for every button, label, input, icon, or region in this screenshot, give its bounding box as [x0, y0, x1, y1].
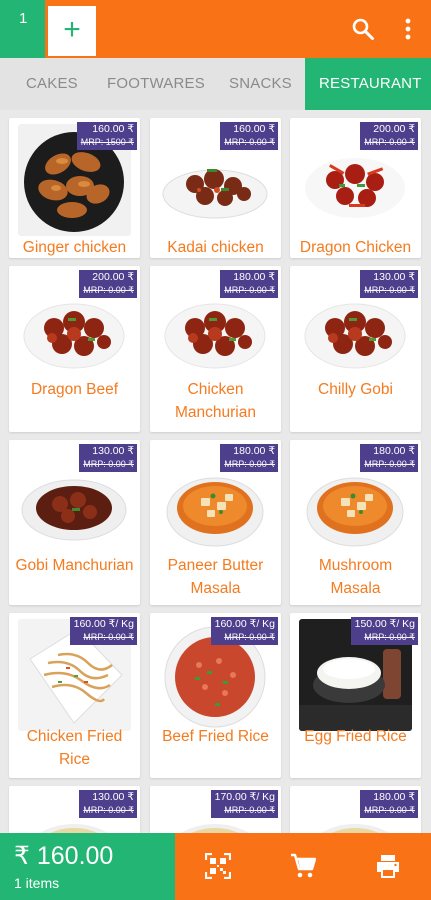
price-badge: 160.00 ₹/ Kg MRP: 0.00 ₹ — [210, 617, 278, 645]
product-price: 180.00 ₹ — [373, 445, 415, 457]
product-card[interactable]: 180.00 ₹ MRP: 0.00 ₹ Paneer Butter Masala — [150, 440, 281, 605]
tab-restaurant[interactable]: RESTAURANT — [305, 58, 431, 110]
add-icon: + — [63, 13, 81, 46]
product-mrp: MRP: 0.00 ₹ — [364, 459, 415, 469]
product-price: 160.00 ₹/ Kg — [73, 618, 134, 630]
print-icon[interactable] — [375, 853, 401, 879]
product-price: 160.00 ₹/ Kg — [214, 618, 275, 630]
price-badge: 160.00 ₹/ Kg MRP: 0.00 ₹ — [69, 617, 137, 645]
top-app-bar: 1 + — [0, 0, 431, 58]
bill-tab[interactable]: 1 — [0, 0, 45, 58]
product-mrp: MRP: 0.00 ₹ — [83, 285, 134, 295]
product-card[interactable]: 180.00 ₹ MRP: 0.00 ₹ Mushroom Masala — [290, 440, 421, 605]
add-bill-button[interactable]: + — [48, 6, 96, 56]
product-mrp: MRP: 0.00 ₹ — [364, 285, 415, 295]
cart-total[interactable]: ₹ 160.00 1 items — [0, 833, 175, 900]
product-mrp: MRP: 0.00 ₹ — [364, 632, 415, 642]
product-name: Ginger chicken — [22, 239, 127, 256]
bill-tab-number: 1 — [19, 10, 28, 27]
product-name: Paneer Butter Masala — [167, 557, 264, 597]
product-price: 180.00 ₹ — [233, 271, 275, 283]
product-name: Beef Fried Rice — [162, 728, 269, 745]
price-badge: 200.00 ₹ MRP: 0.00 ₹ — [360, 122, 418, 150]
product-name: Egg Fried Rice — [304, 728, 407, 745]
product-price: 130.00 ₹ — [92, 791, 134, 803]
product-mrp: MRP: 1500 ₹ — [80, 137, 134, 147]
product-card[interactable]: 160.00 ₹ MRP: 0.00 ₹ Kadai chicken — [150, 118, 281, 258]
product-card[interactable]: 160.00 ₹/ Kg MRP: 0.00 ₹ Chicken Fried Ric… — [9, 613, 140, 778]
product-mrp: MRP: 0.00 ₹ — [224, 459, 275, 469]
product-card[interactable]: 180.00 ₹ MRP: 0.00 ₹ Chicken Manchurian — [150, 266, 281, 432]
tab-cakes[interactable]: CAKES — [26, 58, 78, 110]
price-badge: 130.00 ₹ MRP: 0.00 ₹ — [360, 270, 418, 298]
product-name: Chicken Fried Rice — [26, 728, 123, 768]
tab-footwares[interactable]: FOOTWARES — [107, 58, 205, 110]
product-mrp: MRP: 0.00 ₹ — [224, 632, 275, 642]
product-card[interactable]: 170.00 ₹/ Kg MRP: 0.00 ₹ — [150, 786, 281, 833]
price-badge: 150.00 ₹/ Kg MRP: 0.00 ₹ — [350, 617, 418, 645]
product-price: 200.00 ₹ — [92, 271, 134, 283]
cart-icon[interactable] — [290, 853, 316, 879]
product-card[interactable]: 160.00 ₹ MRP: 1500 ₹ Ginger chicken — [9, 118, 140, 258]
product-card[interactable]: 130.00 ₹ MRP: 0.00 ₹ — [9, 786, 140, 833]
more-vert-icon[interactable] — [398, 17, 418, 41]
product-mrp: MRP: 0.00 ₹ — [83, 632, 134, 642]
product-price: 200.00 ₹ — [373, 123, 415, 135]
product-mrp: MRP: 0.00 ₹ — [224, 805, 275, 815]
category-tabs: CAKES FOOTWARES SNACKS RESTAURANT — [0, 58, 431, 110]
product-price: 130.00 ₹ — [92, 445, 134, 457]
product-mrp: MRP: 0.00 ₹ — [224, 137, 275, 147]
price-badge: 180.00 ₹ MRP: 0.00 ₹ — [220, 270, 278, 298]
product-card[interactable]: 130.00 ₹ MRP: 0.00 ₹ Gobi Manchurian — [9, 440, 140, 605]
product-price: 130.00 ₹ — [373, 271, 415, 283]
price-badge: 130.00 ₹ MRP: 0.00 ₹ — [79, 444, 137, 472]
total-amount: ₹ 160.00 — [14, 842, 114, 870]
price-badge: 180.00 ₹ MRP: 0.00 ₹ — [360, 444, 418, 472]
price-badge: 160.00 ₹ MRP: 0.00 ₹ — [220, 122, 278, 150]
product-card[interactable]: 200.00 ₹ MRP: 0.00 ₹ Dragon Chicken — [290, 118, 421, 258]
total-item-count: 1 items — [14, 875, 60, 891]
product-name: Dragon Beef — [30, 381, 119, 398]
product-card[interactable]: 180.00 ₹ MRP: 0.00 ₹ — [290, 786, 421, 833]
product-mrp: MRP: 0.00 ₹ — [364, 805, 415, 815]
product-name: Chicken Manchurian — [175, 381, 256, 421]
product-price: 180.00 ₹ — [373, 791, 415, 803]
product-grid: 160.00 ₹ MRP: 1500 ₹ Ginger chicken 160.00 … — [0, 110, 431, 833]
product-card[interactable]: 200.00 ₹ MRP: 0.00 ₹ Dragon Beef — [9, 266, 140, 432]
bottom-bar: ₹ 160.00 1 items — [0, 833, 431, 900]
price-badge: 200.00 ₹ MRP: 0.00 ₹ — [79, 270, 137, 298]
app-screen: 1 + CAKES FOOTWARES SNACKS RESTAURANT 16… — [0, 0, 431, 900]
product-price: 170.00 ₹/ Kg — [214, 791, 275, 803]
product-mrp: MRP: 0.00 ₹ — [224, 285, 275, 295]
price-badge: 160.00 ₹ MRP: 1500 ₹ — [76, 122, 137, 150]
product-price: 160.00 ₹ — [92, 123, 134, 135]
product-price: 150.00 ₹/ Kg — [354, 618, 415, 630]
qr-scan-icon[interactable] — [205, 853, 231, 879]
tab-snacks[interactable]: SNACKS — [229, 58, 292, 110]
price-badge: 130.00 ₹ MRP: 0.00 ₹ — [79, 790, 137, 818]
product-price: 180.00 ₹ — [233, 445, 275, 457]
price-badge: 180.00 ₹ MRP: 0.00 ₹ — [220, 444, 278, 472]
product-name: Mushroom Masala — [318, 557, 393, 597]
price-badge: 180.00 ₹ MRP: 0.00 ₹ — [360, 790, 418, 818]
product-mrp: MRP: 0.00 ₹ — [364, 137, 415, 147]
product-card[interactable]: 150.00 ₹/ Kg MRP: 0.00 ₹ Egg Fried Rice — [290, 613, 421, 778]
product-name: Chilly Gobi — [318, 381, 393, 398]
price-badge: 170.00 ₹/ Kg MRP: 0.00 ₹ — [210, 790, 278, 818]
search-icon[interactable] — [351, 17, 375, 41]
product-mrp: MRP: 0.00 ₹ — [83, 459, 134, 469]
product-name: Dragon Chicken — [299, 239, 412, 256]
product-name: Kadai chicken — [167, 239, 264, 256]
product-price: 160.00 ₹ — [233, 123, 275, 135]
product-name: Gobi Manchurian — [15, 557, 134, 574]
product-card[interactable]: 130.00 ₹ MRP: 0.00 ₹ Chilly Gobi — [290, 266, 421, 432]
product-mrp: MRP: 0.00 ₹ — [83, 805, 134, 815]
product-card[interactable]: 160.00 ₹/ Kg MRP: 0.00 ₹ Beef Fried Rice — [150, 613, 281, 778]
